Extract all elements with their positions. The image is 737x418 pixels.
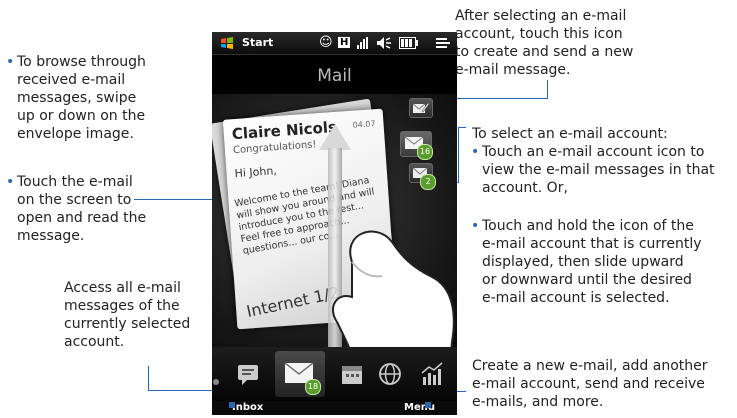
callout-compose-line: e-mail message. xyxy=(455,62,571,78)
callout-compose-line: After selecting an e-mail xyxy=(455,8,627,24)
account-2-badge: 2 xyxy=(420,174,436,190)
callout-touch-line: Touch the e-mail xyxy=(6,173,133,191)
callout-menu-line: Create a new e-mail, add another xyxy=(472,358,708,374)
chat-icon: ☺ xyxy=(319,35,333,50)
callout-touch-line: message. xyxy=(17,228,85,244)
callout-access-line: messages of the xyxy=(64,298,180,314)
swipe-up-arrow-icon xyxy=(319,124,351,150)
windows-logo-icon[interactable] xyxy=(220,36,234,50)
callout-select-line: displayed, then slide upward xyxy=(482,254,684,270)
callout-access-line: Access all e-mail xyxy=(64,280,181,296)
compose-mail-icon[interactable] xyxy=(409,98,433,118)
bracket-line xyxy=(458,127,459,183)
callout-touch-line: open and read the xyxy=(17,210,147,226)
hsdpa-icon: H xyxy=(338,37,351,48)
volume-icon[interactable] xyxy=(376,36,392,50)
callout-browse-line: up or down on the xyxy=(17,108,146,124)
leader-dot xyxy=(229,402,235,408)
callout-select-line: Touch and hold the icon of the xyxy=(471,217,694,235)
callout-access-line: currently selected xyxy=(64,316,191,332)
start-label[interactable]: Start xyxy=(242,36,273,49)
callout-select-line: e-mail account is selected. xyxy=(482,290,670,306)
mail-tab-active[interactable]: 18 xyxy=(275,351,325,397)
callout-select-line: Touch an e-mail account icon to xyxy=(471,143,704,161)
status-bar: Start ☺ H xyxy=(212,32,457,55)
taskbar-menu-icon[interactable] xyxy=(436,37,450,49)
bracket-line xyxy=(458,127,466,128)
page-title: Mail xyxy=(317,66,352,86)
callout-browse-line: received e-mail xyxy=(17,72,126,88)
callout-browse-line: To browse through xyxy=(6,53,146,71)
signal-icon xyxy=(357,37,368,49)
leader-line xyxy=(148,366,149,391)
internet-tab-icon[interactable] xyxy=(375,359,405,389)
tab-strip: 18 xyxy=(212,347,457,401)
mail-tab-badge: 18 xyxy=(305,379,321,395)
callout-menu-line: e-mails, and more. xyxy=(472,394,604,410)
soft-key-bar: Inbox Menu xyxy=(212,401,457,415)
callout-select-line: or downward until the desired xyxy=(482,272,692,288)
callout-compose-line: to create and send a new xyxy=(455,44,634,60)
callout-access-line: account. xyxy=(64,334,125,350)
envelope-date: 04.07 xyxy=(352,119,376,130)
battery-icon xyxy=(399,37,418,49)
account-1-badge: 16 xyxy=(417,144,433,160)
leader-dot xyxy=(425,402,431,408)
callout-browse-line: envelope image. xyxy=(17,126,134,142)
callout-compose-line: account, touch this icon xyxy=(455,26,623,42)
callout-select-title: To select an e-mail account: xyxy=(472,126,668,142)
envelope-greeting: Hi John, xyxy=(234,164,278,181)
callout-select-line: view the e-mail messages in that xyxy=(482,162,715,178)
callout-menu-line: e-mail account, send and receive xyxy=(472,376,705,392)
calendar-tab-icon[interactable] xyxy=(337,359,367,389)
phone-screen: Start ☺ H Mail Claire Nicols 04.07 Congr… xyxy=(212,32,457,415)
messages-tab-icon[interactable] xyxy=(234,359,264,389)
tab-left-edge[interactable] xyxy=(212,367,220,397)
callout-select-line: account. Or, xyxy=(482,180,568,196)
callout-touch-line: on the screen to xyxy=(17,192,132,208)
callout-select-line: e-mail account that is currently xyxy=(482,236,702,252)
inbox-softkey[interactable]: Inbox xyxy=(232,402,263,413)
stocks-tab-icon[interactable] xyxy=(417,359,447,389)
leader-line xyxy=(547,80,548,99)
callout-browse-line: messages, swipe xyxy=(17,90,137,106)
